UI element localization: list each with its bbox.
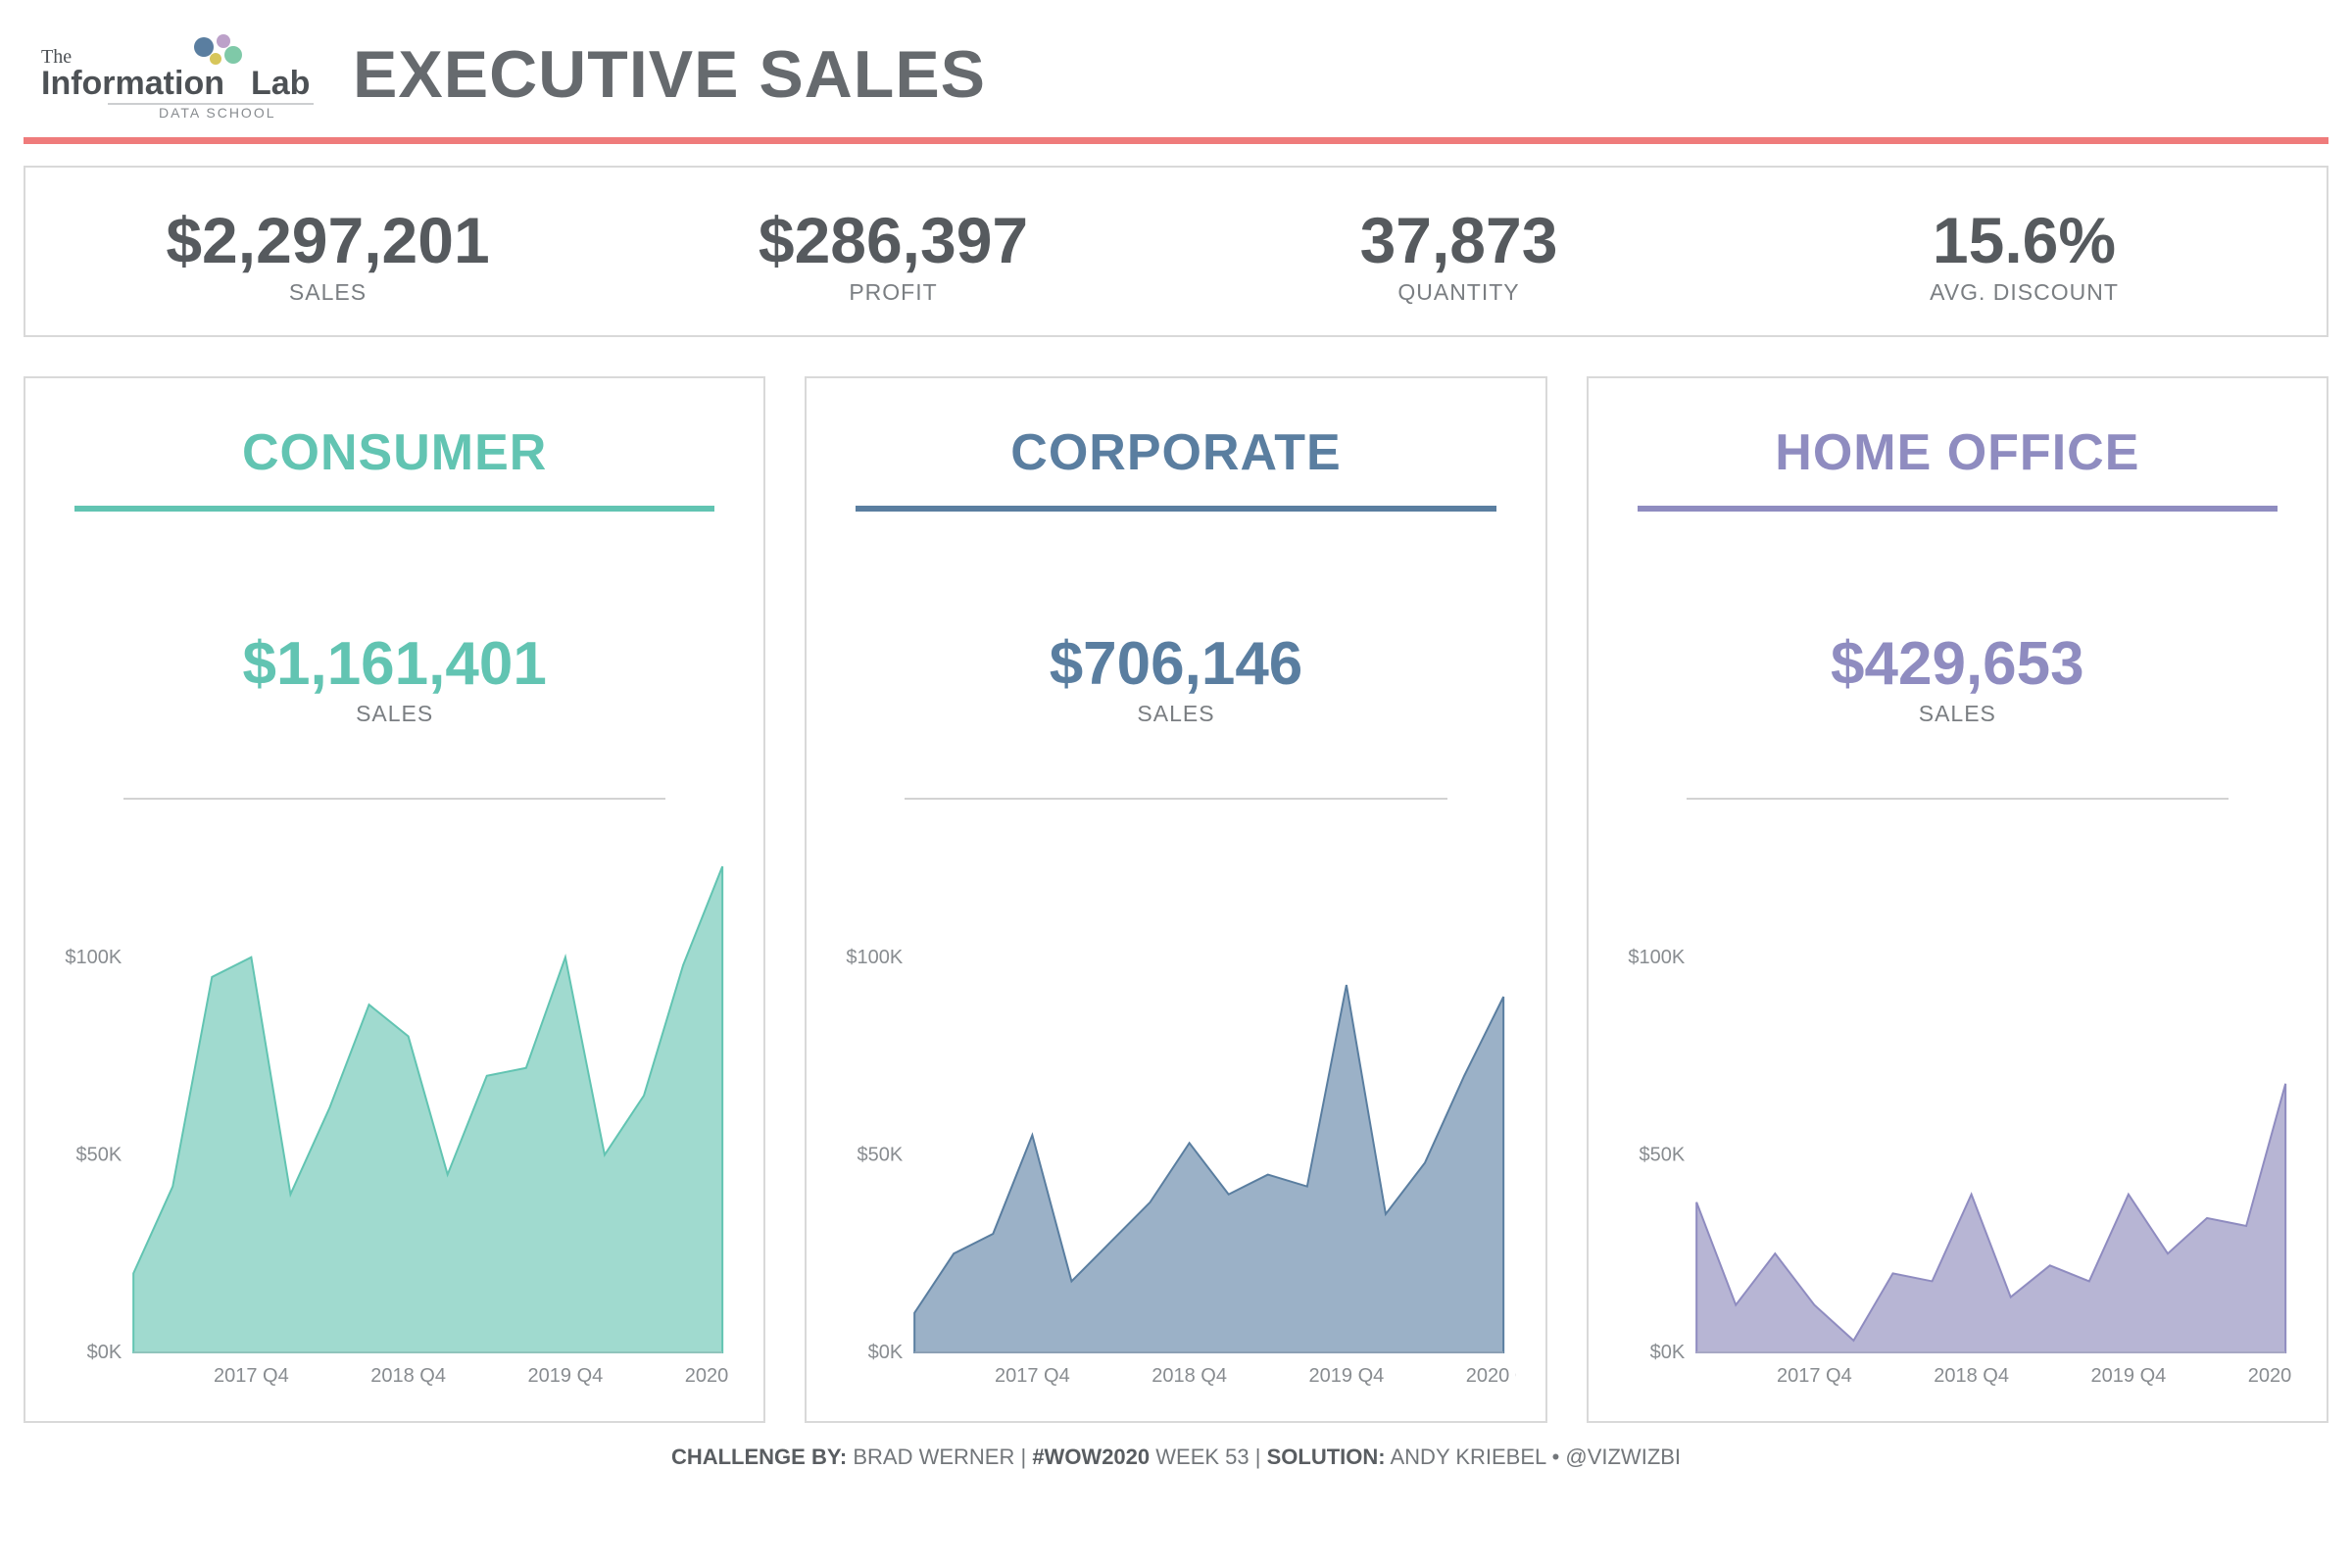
segment-sales-value: $429,653 (1618, 629, 2297, 699)
segment-underline (1638, 506, 2278, 512)
svg-text:Information: Information (41, 65, 224, 102)
segments-row: CONSUMER $1,161,401 SALES $0K $50K $100K 20… (24, 376, 2328, 1423)
metric-quantity: 37,873 QUANTITY (1176, 203, 1741, 306)
footer-solution-by: ANDY KRIEBEL • @VIZWIZBI (1391, 1445, 1682, 1469)
metric-label: QUANTITY (1176, 279, 1741, 306)
svg-text:$0K: $0K (868, 1342, 904, 1363)
metric-value: $286,397 (611, 203, 1176, 277)
information-lab-logo-icon: The Information Lab DATA SCHOOL (29, 29, 314, 120)
svg-text:2017 Q4: 2017 Q4 (214, 1365, 289, 1387)
svg-text:2018 Q4: 2018 Q4 (1934, 1365, 2009, 1387)
footer: CHALLENGE BY: BRAD WERNER | #WOW2020 WEE… (24, 1423, 2328, 1484)
segment-underline (74, 506, 714, 512)
segment-sales-value: $706,146 (836, 629, 1515, 699)
segment-sales: $1,161,401 SALES (55, 629, 734, 727)
svg-text:2018 Q4: 2018 Q4 (370, 1365, 446, 1387)
metric-label: AVG. DISCOUNT (1741, 279, 2307, 306)
segment-sales: $706,146 SALES (836, 629, 1515, 727)
footer-solution-label: SOLUTION: (1267, 1445, 1386, 1469)
divider (905, 798, 1446, 800)
metric-label: SALES (45, 279, 611, 306)
segment-card-home-office: HOME OFFICE $429,653 SALES $0K $50K $100K 2… (1587, 376, 2328, 1423)
area-chart: $0K $50K $100K 2017 Q4 2018 Q4 2019 Q4 2020 Q4 (836, 829, 1515, 1401)
chart-home-office: $0K $50K $100K 2017 Q4 2018 Q4 2019 Q4 2020 Q4 (1618, 829, 2297, 1401)
svg-text:Lab: Lab (251, 65, 310, 102)
svg-text:2020 Q4: 2020 Q4 (1466, 1365, 1516, 1387)
header: The Information Lab DATA SCHOOL EXECUTIV… (24, 20, 2328, 137)
svg-text:$50K: $50K (1639, 1144, 1685, 1165)
svg-text:$0K: $0K (87, 1342, 122, 1363)
segment-title: CORPORATE (836, 423, 1515, 482)
metric-profit: $286,397 PROFIT (611, 203, 1176, 306)
segment-card-consumer: CONSUMER $1,161,401 SALES $0K $50K $100K 20… (24, 376, 765, 1423)
segment-title: CONSUMER (55, 423, 734, 482)
segment-card-corporate: CORPORATE $706,146 SALES $0K $50K $100K 201… (805, 376, 1546, 1423)
svg-text:$0K: $0K (1649, 1342, 1685, 1363)
segment-title: HOME OFFICE (1618, 423, 2297, 482)
chart-corporate: $0K $50K $100K 2017 Q4 2018 Q4 2019 Q4 2020 Q4 (836, 829, 1515, 1401)
svg-text:2020 Q4: 2020 Q4 (2247, 1365, 2297, 1387)
divider (123, 798, 665, 800)
segment-sales: $429,653 SALES (1618, 629, 2297, 727)
footer-sep: | (1020, 1445, 1032, 1469)
metric-label: PROFIT (611, 279, 1176, 306)
svg-text:DATA SCHOOL: DATA SCHOOL (159, 105, 276, 120)
chart-consumer: $0K $50K $100K 2017 Q4 2018 Q4 2019 Q4 2020 Q4 (55, 829, 734, 1401)
area-chart: $0K $50K $100K 2017 Q4 2018 Q4 2019 Q4 2020 Q4 (1618, 829, 2297, 1401)
page-title: EXECUTIVE SALES (353, 36, 986, 113)
segment-sales-label: SALES (1618, 701, 2297, 727)
logo: The Information Lab DATA SCHOOL (29, 29, 314, 120)
svg-text:$100K: $100K (1628, 947, 1685, 968)
segment-underline (856, 506, 1495, 512)
svg-text:$50K: $50K (858, 1144, 904, 1165)
svg-text:2020 Q4: 2020 Q4 (685, 1365, 735, 1387)
footer-challenge-label: CHALLENGE BY: (671, 1445, 847, 1469)
metric-sales: $2,297,201 SALES (45, 203, 611, 306)
segment-sales-value: $1,161,401 (55, 629, 734, 699)
segment-sales-label: SALES (55, 701, 734, 727)
svg-text:2017 Q4: 2017 Q4 (1777, 1365, 1852, 1387)
svg-text:$100K: $100K (65, 947, 122, 968)
metric-discount: 15.6% AVG. DISCOUNT (1741, 203, 2307, 306)
svg-text:2018 Q4: 2018 Q4 (1152, 1365, 1228, 1387)
svg-text:2019 Q4: 2019 Q4 (1309, 1365, 1385, 1387)
footer-sep: | (1255, 1445, 1267, 1469)
segment-sales-label: SALES (836, 701, 1515, 727)
dashboard: The Information Lab DATA SCHOOL EXECUTIV… (0, 0, 2352, 1568)
footer-week: WEEK 53 (1155, 1445, 1249, 1469)
metric-value: $2,297,201 (45, 203, 611, 277)
metric-value: 37,873 (1176, 203, 1741, 277)
accent-bar (24, 137, 2328, 144)
area-chart: $0K $50K $100K 2017 Q4 2018 Q4 2019 Q4 2020 Q4 (55, 829, 734, 1401)
svg-text:2017 Q4: 2017 Q4 (995, 1365, 1070, 1387)
footer-tag: #WOW2020 (1032, 1445, 1150, 1469)
svg-text:$100K: $100K (847, 947, 904, 968)
footer-challenge-by: BRAD WERNER (853, 1445, 1014, 1469)
metrics-card: $2,297,201 SALES $286,397 PROFIT 37,873 … (24, 166, 2328, 337)
svg-text:$50K: $50K (75, 1144, 122, 1165)
divider (1687, 798, 2229, 800)
metric-value: 15.6% (1741, 203, 2307, 277)
svg-text:2019 Q4: 2019 Q4 (528, 1365, 604, 1387)
svg-text:2019 Q4: 2019 Q4 (2090, 1365, 2166, 1387)
